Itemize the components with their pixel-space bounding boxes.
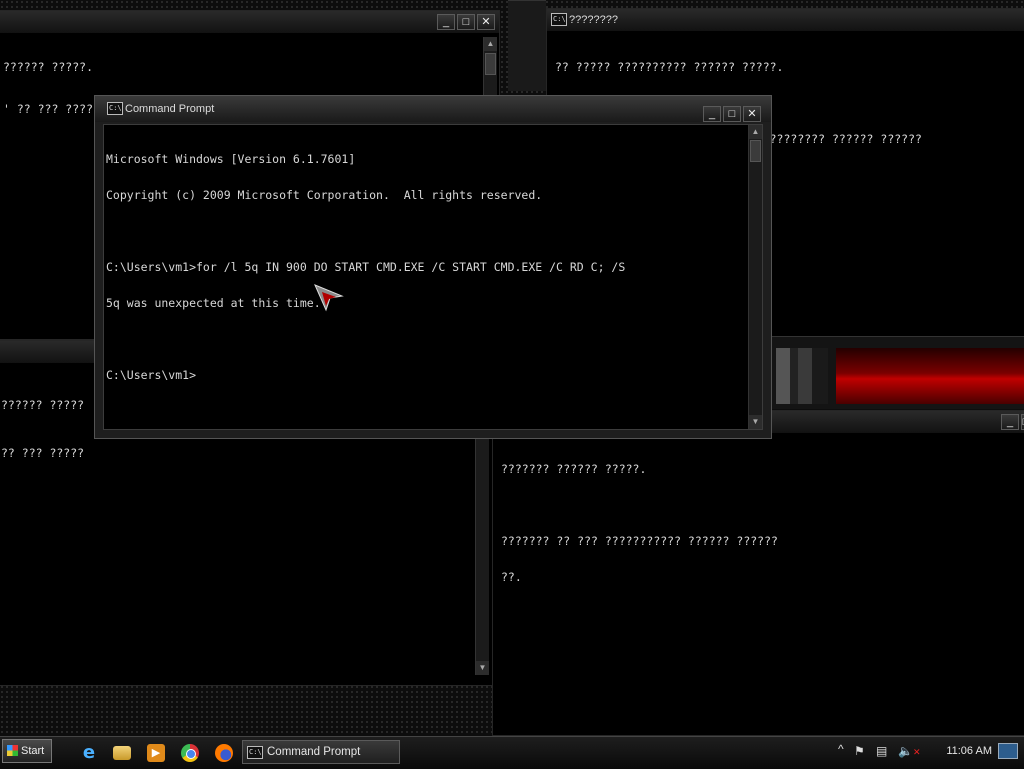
window-title: Command Prompt <box>125 103 215 115</box>
scroll-down-arrow[interactable]: ▼ <box>476 661 489 675</box>
decorative-bars <box>776 348 828 404</box>
command-prompt-window[interactable]: C:\ Command Prompt _ □ ✕ Microsoft Windo… <box>94 95 772 439</box>
network-icon[interactable]: ▤ <box>876 744 887 758</box>
console-line: ??????? ?? ??? ??????????? ?????? ?????? <box>501 534 778 548</box>
close-button[interactable]: ✕ <box>477 14 495 30</box>
console-line: ?? ????? ?????????? ?????? ?????. <box>555 60 784 74</box>
start-label: Start <box>21 745 45 757</box>
internet-explorer-icon[interactable]: e <box>80 744 98 762</box>
minimize-button[interactable]: _ <box>703 106 721 122</box>
firefox-icon[interactable] <box>215 744 233 762</box>
console-text[interactable]: Microsoft Windows [Version 6.1.7601] Cop… <box>106 129 625 405</box>
scroll-up-arrow[interactable]: ▲ <box>484 37 497 51</box>
maximize-button[interactable]: □ <box>723 106 741 122</box>
action-center-flag-icon[interactable]: ⚑ <box>854 744 865 758</box>
console-app-icon: C:\ <box>107 102 123 115</box>
console-line: Copyright (c) 2009 Microsoft Corporation… <box>106 188 543 202</box>
show-desktop-icon[interactable] <box>998 743 1018 759</box>
console-text: ??????? ?????? ?????. ??????? ?? ??? ???… <box>501 439 778 607</box>
volume-muted-icon[interactable]: 🔈✕ <box>898 744 921 758</box>
taskbar-item-command-prompt[interactable]: C:\ Command Prompt <box>242 740 400 764</box>
console-app-icon: C:\ <box>551 13 567 26</box>
vertical-scrollbar[interactable]: ▼ <box>475 437 489 675</box>
minimize-button[interactable]: _ <box>1001 414 1019 430</box>
console-line: ??. <box>501 570 522 584</box>
decorative-red-bar <box>836 348 1024 404</box>
console-window-bottom-right[interactable]: _ □ ??????? ?????? ?????. ??????? ?? ???… <box>492 410 1024 736</box>
console-text: ?????? ????? ?? ??? ????? <box>1 375 84 483</box>
title-bar[interactable]: C:\ Command Prompt <box>95 96 771 122</box>
scroll-thumb[interactable] <box>485 53 496 75</box>
close-button[interactable]: ✕ <box>743 106 761 122</box>
taskbar: Start e ▶ C:\ Command Prompt ^ ⚑ ▤ 🔈✕ 11… <box>0 736 1024 769</box>
system-tray: ^ ⚑ ▤ 🔈✕ 11:06 AM <box>834 737 1024 769</box>
scroll-thumb[interactable] <box>750 140 761 162</box>
console-line: Microsoft Windows [Version 6.1.7601] <box>106 152 356 166</box>
chrome-icon[interactable] <box>181 744 199 762</box>
system-clock[interactable]: 11:06 AM <box>946 737 992 765</box>
media-player-icon[interactable]: ▶ <box>147 744 165 762</box>
console-line: ?????? ?????. <box>3 60 94 74</box>
console-area[interactable]: Microsoft Windows [Version 6.1.7601] Cop… <box>103 124 763 430</box>
window-controls: _ □ ✕ <box>437 14 495 30</box>
console-app-icon: C:\ <box>247 746 263 759</box>
title-bar[interactable]: C:\ ???????? <box>547 9 1024 31</box>
console-prompt[interactable]: C:\Users\vm1> <box>106 369 625 381</box>
console-line: ?????? ????? <box>1 398 85 412</box>
window-controls: _ □ <box>1001 414 1024 430</box>
console-line: 5q was unexpected at this time. <box>106 296 321 310</box>
minimize-button[interactable]: _ <box>437 14 455 30</box>
taskbar-item-label: Command Prompt <box>267 746 361 758</box>
windows-logo-icon <box>7 745 18 756</box>
scroll-up-arrow[interactable]: ▲ <box>749 125 762 139</box>
window-controls: _ □ ✕ <box>703 106 761 122</box>
folder-icon[interactable] <box>113 746 131 760</box>
background-window-fragment <box>508 0 546 91</box>
vertical-scrollbar[interactable]: ▲ ▼ <box>748 125 762 429</box>
show-hidden-icons-chevron[interactable]: ^ <box>838 742 844 756</box>
console-line: C:\Users\vm1>for /l 5q IN 900 DO START C… <box>106 260 626 274</box>
scroll-down-arrow[interactable]: ▼ <box>749 415 762 429</box>
start-button[interactable]: Start <box>2 739 52 763</box>
console-line: ?? ??? ????? <box>1 446 85 460</box>
window-title: ???????? <box>569 14 618 26</box>
mouse-cursor-icon <box>314 284 344 312</box>
title-bar[interactable] <box>0 11 499 33</box>
maximize-button[interactable]: □ <box>457 14 475 30</box>
console-line: ??????? ?????? ?????. <box>501 462 647 476</box>
